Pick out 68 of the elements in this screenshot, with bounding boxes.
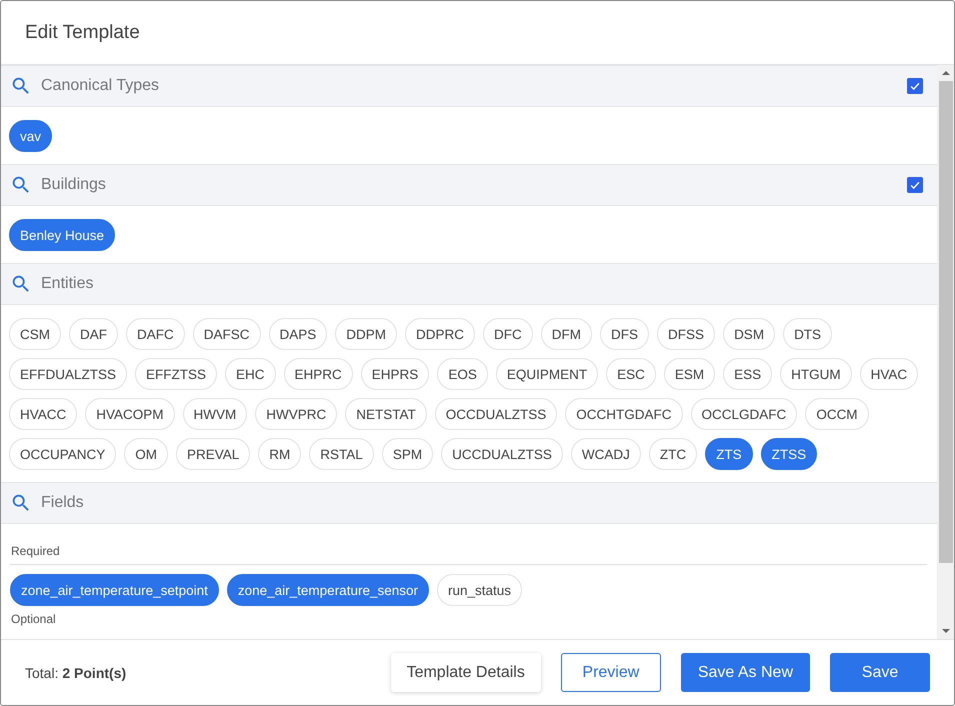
chip[interactable]: DFSS	[657, 318, 716, 350]
group-label: Optional	[10, 611, 57, 628]
section-title: Buildings	[41, 176, 107, 194]
chip[interactable]: HVACC	[9, 398, 78, 430]
chip[interactable]: ESS	[723, 358, 772, 390]
section-title: Fields	[41, 494, 85, 512]
chip[interactable]: OCCDUALZTSS	[434, 398, 558, 430]
save-button[interactable]: Save	[830, 653, 930, 692]
chip[interactable]: vav	[9, 120, 52, 152]
chip[interactable]: DDPRC	[405, 318, 476, 350]
chip[interactable]: OCCUPANCY	[9, 438, 116, 470]
chip[interactable]: OM	[124, 438, 168, 470]
chip[interactable]: EFFDUALZTSS	[9, 358, 128, 390]
chip[interactable]: NETSTAT	[345, 398, 427, 430]
section-title: Entities	[41, 275, 94, 293]
chip[interactable]: DAFC	[126, 318, 185, 350]
group-label: Required	[10, 538, 927, 565]
chip[interactable]: ZTSS	[760, 438, 818, 470]
chip[interactable]: EHC	[225, 358, 276, 390]
chip[interactable]: CSM	[9, 318, 61, 350]
chip[interactable]: Benley House	[9, 219, 116, 251]
chip[interactable]: OCCLGDAFC	[690, 398, 798, 430]
chip[interactable]: zone_air_temperature_sensor	[226, 574, 429, 606]
chip[interactable]: HVACOPM	[85, 398, 175, 430]
checkbox[interactable]	[907, 177, 923, 193]
chip[interactable]: zone_air_temperature_setpoint	[10, 574, 219, 606]
chip[interactable]: RSTAL	[309, 438, 374, 470]
scrollbar-thumb[interactable]	[938, 81, 952, 563]
chip[interactable]: OCCM	[805, 398, 869, 430]
details-button[interactable]: Template Details	[390, 653, 541, 692]
chip[interactable]: ZTC	[648, 438, 698, 470]
chip[interactable]: HTGUM	[780, 358, 852, 390]
scrollbar[interactable]	[937, 65, 954, 639]
chip[interactable]: HWVPRC	[255, 398, 338, 430]
section-title: Canonical Types	[41, 77, 160, 95]
chip[interactable]: HVAC	[860, 358, 918, 390]
preview-button[interactable]: Preview	[560, 653, 661, 692]
chip[interactable]: ESM	[664, 358, 716, 390]
save-button[interactable]: Save As New	[680, 653, 810, 692]
checkbox[interactable]	[907, 78, 923, 94]
chip[interactable]: PREVAL	[176, 438, 250, 470]
chip[interactable]: EHPRS	[360, 358, 430, 390]
chip[interactable]: DSM	[723, 318, 776, 350]
chip[interactable]: DFC	[483, 318, 533, 350]
chip[interactable]: run_status	[436, 574, 522, 606]
total-points: Total: 2 Point(s)	[25, 664, 126, 680]
chip[interactable]: DAPS	[268, 318, 328, 350]
chip[interactable]: DFM	[540, 318, 592, 350]
chip[interactable]: WCADJ	[570, 438, 641, 470]
scroll-up-icon[interactable]	[942, 71, 950, 75]
chip[interactable]: SPM	[382, 438, 434, 470]
chip[interactable]: HWVM	[182, 398, 248, 430]
chip[interactable]: EQUIPMENT	[496, 358, 598, 390]
chip[interactable]: DAF	[69, 318, 118, 350]
chip[interactable]: EOS	[437, 358, 488, 390]
chip[interactable]: ZTS	[705, 438, 753, 470]
chip[interactable]: DFS	[600, 318, 650, 350]
chip[interactable]: DAFSC	[192, 318, 261, 350]
chip[interactable]: ESC	[606, 358, 656, 390]
scroll-down-icon[interactable]	[942, 629, 950, 633]
dialog-title: Edit Template	[25, 22, 140, 44]
chip[interactable]: DDPM	[335, 318, 398, 350]
chip[interactable]: RM	[258, 438, 302, 470]
chip[interactable]: DTS	[783, 318, 832, 350]
chip[interactable]: OCCHTGDAFC	[565, 398, 683, 430]
chip[interactable]: EFFZTSS	[135, 358, 218, 390]
chip[interactable]: EHPRC	[284, 358, 353, 390]
chip[interactable]: UCCDUALZTSS	[441, 438, 563, 470]
